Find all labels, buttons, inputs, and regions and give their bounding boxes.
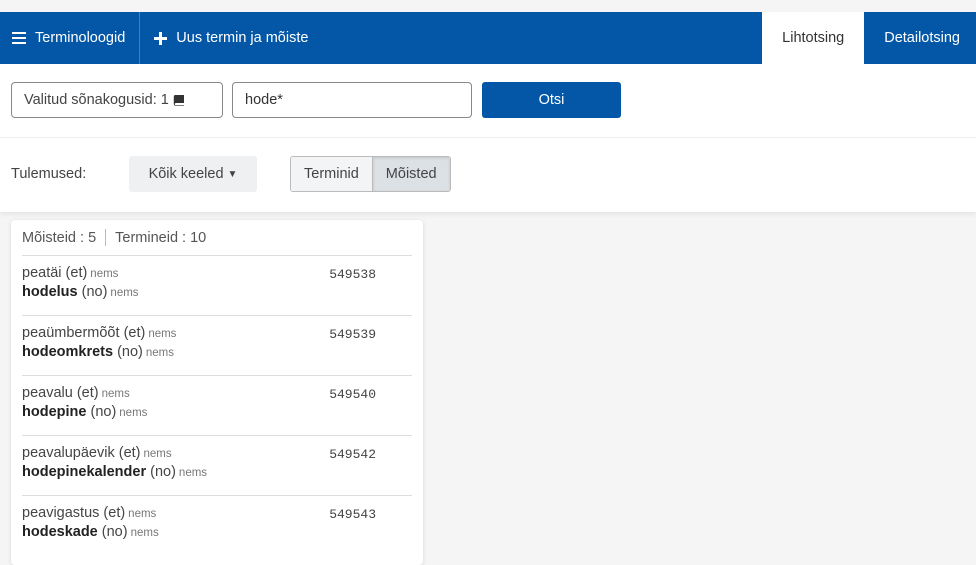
results-label: Tulemused: bbox=[11, 166, 87, 182]
no-source: nems bbox=[110, 287, 139, 299]
no-term: hodepine bbox=[22, 404, 87, 420]
list-item[interactable]: peavigastus (et) nems hodeskade (no) nems … bbox=[22, 496, 412, 556]
no-source: nems bbox=[130, 527, 159, 539]
terminologists-menu-button[interactable]: Terminoloogid bbox=[0, 12, 141, 64]
summary-separator bbox=[105, 229, 107, 246]
et-term: peatäi bbox=[22, 265, 62, 281]
no-lang: (no) bbox=[90, 404, 117, 420]
search-header: Valitud sõnakogusid: 1 Otsi Tulemused: K… bbox=[0, 64, 976, 212]
et-term: peavalu bbox=[22, 385, 73, 401]
et-term: peavalupäevik bbox=[22, 445, 115, 461]
caret-down-icon: ▼ bbox=[227, 168, 238, 180]
language-dropdown-label: Kõik keeled bbox=[148, 166, 224, 182]
et-source: nems bbox=[148, 328, 177, 340]
no-lang: (no) bbox=[117, 344, 143, 360]
new-term-label: Uus termin ja mõiste bbox=[176, 30, 309, 46]
book-icon bbox=[173, 94, 185, 106]
no-source: nems bbox=[178, 467, 208, 479]
no-source: nems bbox=[145, 347, 175, 359]
et-term: peaümbermõõt bbox=[22, 325, 120, 341]
concepts-count: Mõisteid : 5 bbox=[22, 229, 97, 246]
toggle-concepts[interactable]: Mõisted bbox=[371, 157, 450, 191]
terms-count: Termineid : 10 bbox=[115, 229, 207, 246]
results-summary: Mõisteid : 5 Termineid : 10 bbox=[22, 220, 412, 256]
no-term: hodeomkrets bbox=[22, 344, 114, 360]
list-item[interactable]: peatäi (et) nems hodelus (no) nems 549538 bbox=[22, 256, 412, 316]
header-divider bbox=[0, 137, 976, 138]
list-item[interactable]: peavalupäevik (et) nems hodepinekalender … bbox=[22, 436, 412, 496]
et-source: nems bbox=[101, 388, 130, 400]
tab-simple-search[interactable]: Lihtotsing bbox=[762, 12, 865, 64]
toggle-terms[interactable]: Terminid bbox=[291, 157, 372, 191]
et-source: nems bbox=[143, 448, 172, 460]
no-lang: (no) bbox=[101, 524, 128, 540]
et-lang: (et) bbox=[123, 325, 146, 341]
no-lang: (no) bbox=[81, 284, 108, 300]
et-source: nems bbox=[128, 508, 157, 520]
terminologists-menu-label: Terminoloogid bbox=[35, 30, 126, 46]
et-term: peavigastus bbox=[22, 505, 100, 521]
no-term: hodepinekalender bbox=[22, 464, 147, 480]
termbase-select-button[interactable]: Valitud sõnakogusid: 1 bbox=[11, 82, 223, 118]
concept-id: 549539 bbox=[329, 327, 376, 342]
language-dropdown[interactable]: Kõik keeled ▼ bbox=[129, 156, 257, 192]
tab-detailed-search[interactable]: Detailotsing bbox=[864, 12, 976, 64]
top-navbar: Terminoloogid Uus termin ja mõiste Lihto… bbox=[0, 12, 976, 64]
et-source: nems bbox=[90, 268, 119, 280]
plus-icon bbox=[154, 31, 168, 45]
concept-id: 549540 bbox=[329, 387, 376, 402]
et-lang: (et) bbox=[118, 445, 141, 461]
search-input[interactable] bbox=[232, 82, 472, 118]
no-term: hodelus bbox=[22, 284, 78, 300]
et-lang: (et) bbox=[76, 385, 99, 401]
et-lang: (et) bbox=[103, 505, 126, 521]
no-source: nems bbox=[119, 407, 148, 419]
hamburger-icon bbox=[12, 32, 26, 44]
concept-id: 549543 bbox=[329, 507, 376, 522]
search-row: Valitud sõnakogusid: 1 Otsi bbox=[11, 82, 621, 118]
results-filter-row: Tulemused: Kõik keeled ▼ Terminid Mõiste… bbox=[11, 156, 451, 192]
concept-id: 549538 bbox=[329, 267, 376, 282]
list-item[interactable]: peavalu (et) nems hodepine (no) nems 54954… bbox=[22, 376, 412, 436]
concept-id: 549542 bbox=[329, 447, 376, 462]
list-item[interactable]: peaümbermõõt (et) nems hodeomkrets (no) ne… bbox=[22, 316, 412, 376]
new-term-button[interactable]: Uus termin ja mõiste bbox=[140, 12, 322, 64]
termbase-select-label: Valitud sõnakogusid: 1 bbox=[24, 92, 169, 108]
result-mode-toggle: Terminid Mõisted bbox=[290, 156, 451, 192]
no-lang: (no) bbox=[150, 464, 176, 480]
results-card: Mõisteid : 5 Termineid : 10 peatäi (et) n… bbox=[11, 220, 423, 565]
et-lang: (et) bbox=[65, 265, 88, 281]
search-button[interactable]: Otsi bbox=[482, 82, 621, 118]
no-term: hodeskade bbox=[22, 524, 98, 540]
